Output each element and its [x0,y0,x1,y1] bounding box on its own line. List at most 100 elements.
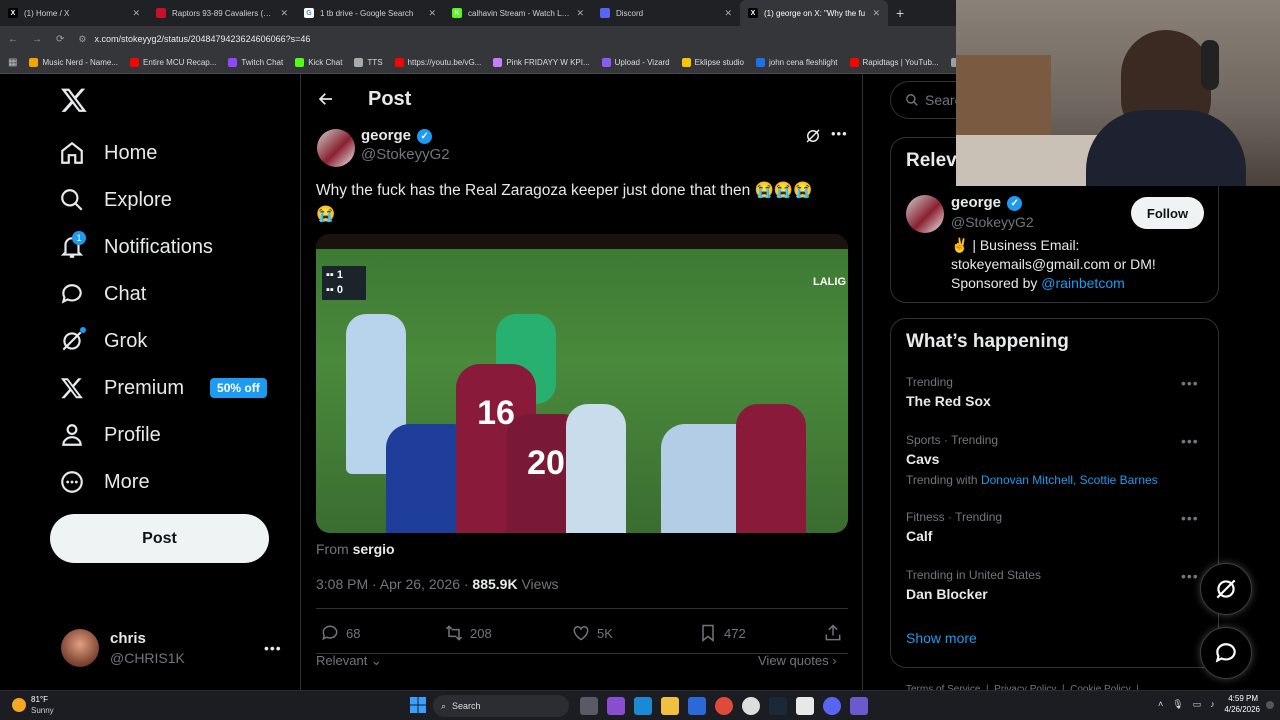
bookmark-item[interactable]: Pink FRIDAYY W KPI... [493,58,590,67]
wifi-icon[interactable]: ▭ [1193,699,1202,710]
browser-tab[interactable]: Raptors 93-89 Cavaliers (Apr 26 ✕ [148,0,296,26]
notification-icon[interactable] [1266,701,1274,709]
bookmark-item[interactable]: Upload - Vizard [601,58,670,67]
post-button[interactable]: Post [50,514,269,563]
bookmark-item[interactable]: john cena fleshlight [756,58,838,67]
account-more-icon[interactable]: ••• [264,640,282,656]
close-icon[interactable]: ✕ [280,8,288,19]
clock-time[interactable]: 4:59 PM [1228,694,1258,703]
trend-item[interactable]: Trending The Red Sox ••• [906,375,1206,409]
bookmark-button[interactable]: 472 [698,623,746,643]
grok-fab[interactable] [1200,563,1252,615]
edge-icon[interactable] [634,697,652,715]
clock-date[interactable]: 4/26/2026 [1222,705,1260,714]
bio-sponsor-link[interactable]: @rainbetcom [1041,275,1124,291]
weather-temp[interactable]: 81°F [31,695,48,704]
close-icon[interactable]: ✕ [724,8,732,19]
tweet-more-icon[interactable]: ••• [831,126,848,141]
trend-item[interactable]: Sports · Trending Cavs ••• Trending with … [906,433,1206,487]
apps-icon[interactable]: ▦ [8,57,17,68]
bookmark-item[interactable]: TTS [354,58,383,67]
person-handle[interactable]: @StokeyyG2 [951,214,1034,230]
account-avatar[interactable] [61,629,99,667]
copilot-icon[interactable] [607,697,625,715]
nav-item-notifications[interactable]: 1 Notifications [58,227,213,267]
follow-button[interactable]: Follow [1131,197,1204,229]
taskbar-search[interactable]: ⌕ Search [433,695,569,717]
trend-related-link[interactable]: Donovan Mitchell [981,473,1073,487]
mic-icon[interactable]: 🎙 [1172,699,1183,710]
trend-more-icon[interactable]: ••• [1181,568,1199,584]
store-icon[interactable] [688,697,706,715]
chrome-icon[interactable] [715,697,733,715]
nav-item-premium[interactable]: Premium 50% off [58,368,267,408]
weather-desc[interactable]: Sunny [31,706,54,715]
steam-icon[interactable] [769,697,787,715]
nav-item-grok[interactable]: Grok [58,321,147,361]
bookmark-item[interactable]: Rapidtags | YouTub... [849,58,939,67]
discord-icon[interactable] [823,697,841,715]
reload-icon[interactable]: ⟳ [56,34,64,45]
bookmark-item[interactable]: Eklipse studio [681,58,744,67]
person-avatar[interactable] [906,195,944,233]
sort-relevant-dropdown[interactable]: Relevant ⌄ [316,653,382,669]
back-icon[interactable]: ← [8,34,18,45]
close-icon[interactable]: ✕ [872,8,880,19]
task-view-icon[interactable] [580,697,598,715]
close-icon[interactable]: ✕ [576,8,584,19]
person-name-row[interactable]: george ✓ [951,194,1023,211]
paint-icon[interactable] [796,697,814,715]
new-tab-button[interactable]: + [888,0,912,26]
bookmark-item[interactable]: Music Nerd - Name... [29,58,118,67]
browser-tab[interactable]: X (1) Home / X ✕ [0,0,148,26]
url-field[interactable]: x.com/stokeyyg2/status/20484794236246060… [94,34,310,44]
bookmark-item[interactable]: https://youtu.be/vG... [394,58,481,67]
author-handle[interactable]: @StokeyyG2 [361,146,450,163]
windows-start-icon[interactable] [410,697,426,718]
view-quotes-link[interactable]: View quotes › [758,653,837,668]
nav-item-explore[interactable]: Explore [58,180,172,220]
trend-item[interactable]: Fitness · Trending Calf ••• [906,510,1206,544]
author-name-row[interactable]: george ✓ [361,127,433,144]
file-explorer-icon[interactable] [661,697,679,715]
close-icon[interactable]: ✕ [428,8,436,19]
trend-more-icon[interactable]: ••• [1181,375,1199,391]
author-name[interactable]: george [361,127,411,144]
bookmark-item[interactable]: Kick Chat [295,58,342,67]
author-avatar[interactable] [317,129,355,167]
nav-item-home[interactable]: Home [58,133,157,173]
browser-tab[interactable]: G 1 tb drive - Google Search ✕ [296,0,444,26]
app-icon[interactable] [850,697,868,715]
from-user-link[interactable]: sergio [353,541,395,557]
trend-related-link[interactable]: Scottie Barnes [1080,473,1158,487]
browser-tab[interactable]: Discord ✕ [592,0,740,26]
nav-item-more[interactable]: More [58,462,150,502]
tweet-time[interactable]: 3:08 PM · Apr 26, 2026 · [316,576,472,592]
site-info-icon[interactable]: ⚙ [78,34,86,45]
trend-item[interactable]: Trending in United States Dan Blocker ••… [906,568,1206,602]
bookmark-item[interactable]: Twitch Chat [228,58,283,67]
volume-icon[interactable]: ♪ [1210,699,1215,710]
like-button[interactable]: 5K [571,623,613,643]
trend-more-icon[interactable]: ••• [1181,510,1199,526]
close-icon[interactable]: ✕ [132,8,140,19]
trend-more-icon[interactable]: ••• [1181,433,1199,449]
messages-fab[interactable] [1200,627,1252,679]
forward-icon[interactable]: → [32,34,42,45]
bookmark-item[interactable]: Entire MCU Recap... [130,58,216,67]
nav-item-profile[interactable]: Profile [58,415,161,455]
back-arrow-icon[interactable] [317,90,335,113]
obs-icon[interactable] [742,697,760,715]
share-icon[interactable] [823,623,843,648]
grok-explain-icon[interactable] [804,127,822,150]
person-name[interactable]: george [951,194,1001,211]
browser-tab[interactable]: Kcalhavin Stream - Watch Live on ✕ [444,0,592,26]
nav-item-chat[interactable]: Chat [58,274,146,314]
chevron-up-icon[interactable]: ˄ [1158,699,1163,710]
browser-tab[interactable]: X (1) george on X: "Why the fu ✕ [740,0,888,26]
tweet-video[interactable]: ▪▪ 1 ▪▪ 0 LALIG 16 20 [316,234,848,533]
reply-button[interactable]: 68 [320,623,360,643]
repost-button[interactable]: 208 [444,623,492,643]
show-more-link[interactable]: Show more [906,630,977,646]
x-logo[interactable] [60,86,88,119]
